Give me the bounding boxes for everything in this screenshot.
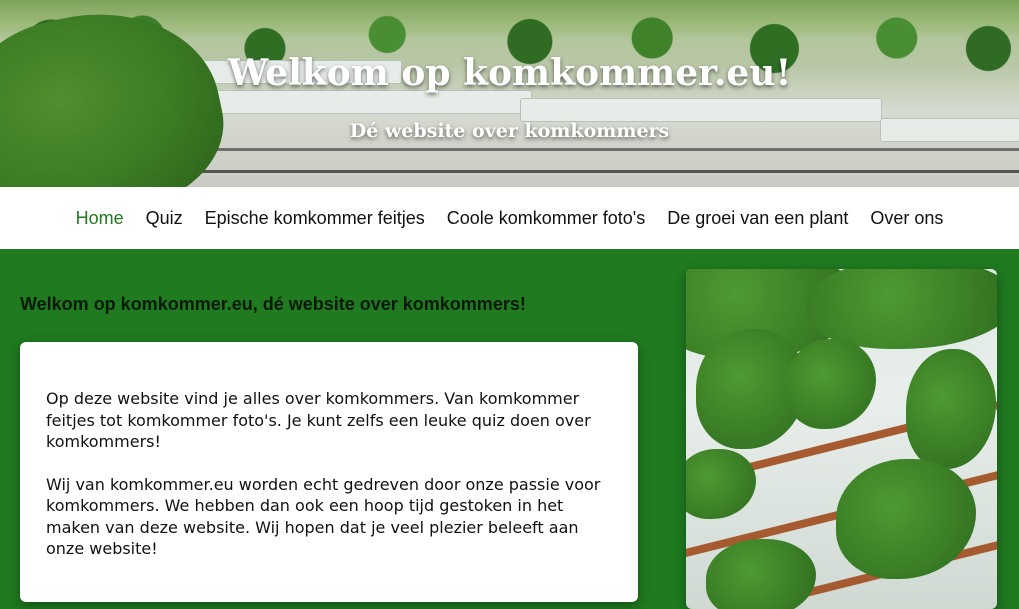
hero-banner: Welkom op komkommer.eu! Dé website over … bbox=[0, 0, 1019, 187]
cucumber-leaf bbox=[806, 269, 997, 349]
hero-title: Welkom op komkommer.eu! bbox=[227, 52, 792, 94]
main-navigation: Home Quiz Epische komkommer feitjes Cool… bbox=[0, 187, 1019, 249]
nav-item-fotos[interactable]: Coole komkommer foto's bbox=[447, 208, 646, 229]
nav-item-home[interactable]: Home bbox=[76, 208, 124, 229]
cucumber-leaf bbox=[836, 459, 976, 579]
cucumber-leaf bbox=[706, 539, 816, 609]
page-heading: Welkom op komkommer.eu, dé website over … bbox=[20, 294, 526, 314]
nav-item-feitjes[interactable]: Epische komkommer feitjes bbox=[205, 208, 425, 229]
cucumber-leaf bbox=[786, 339, 876, 429]
grow-trough bbox=[520, 98, 882, 122]
nav-item-groei[interactable]: De groei van een plant bbox=[667, 208, 848, 229]
cucumber-leaf bbox=[906, 349, 996, 469]
hero-subtitle: Dé website over komkommers bbox=[349, 120, 670, 142]
cucumber-plant-photo bbox=[686, 269, 997, 609]
nav-item-quiz[interactable]: Quiz bbox=[146, 208, 183, 229]
cucumber-leaf bbox=[686, 449, 756, 519]
intro-card: Op deze website vind je alles over komko… bbox=[20, 342, 638, 602]
intro-paragraph: Op deze website vind je alles over komko… bbox=[46, 389, 591, 451]
passion-paragraph: Wij van komkommer.eu worden echt gedreve… bbox=[46, 474, 601, 559]
nav-item-over-ons[interactable]: Over ons bbox=[870, 208, 943, 229]
